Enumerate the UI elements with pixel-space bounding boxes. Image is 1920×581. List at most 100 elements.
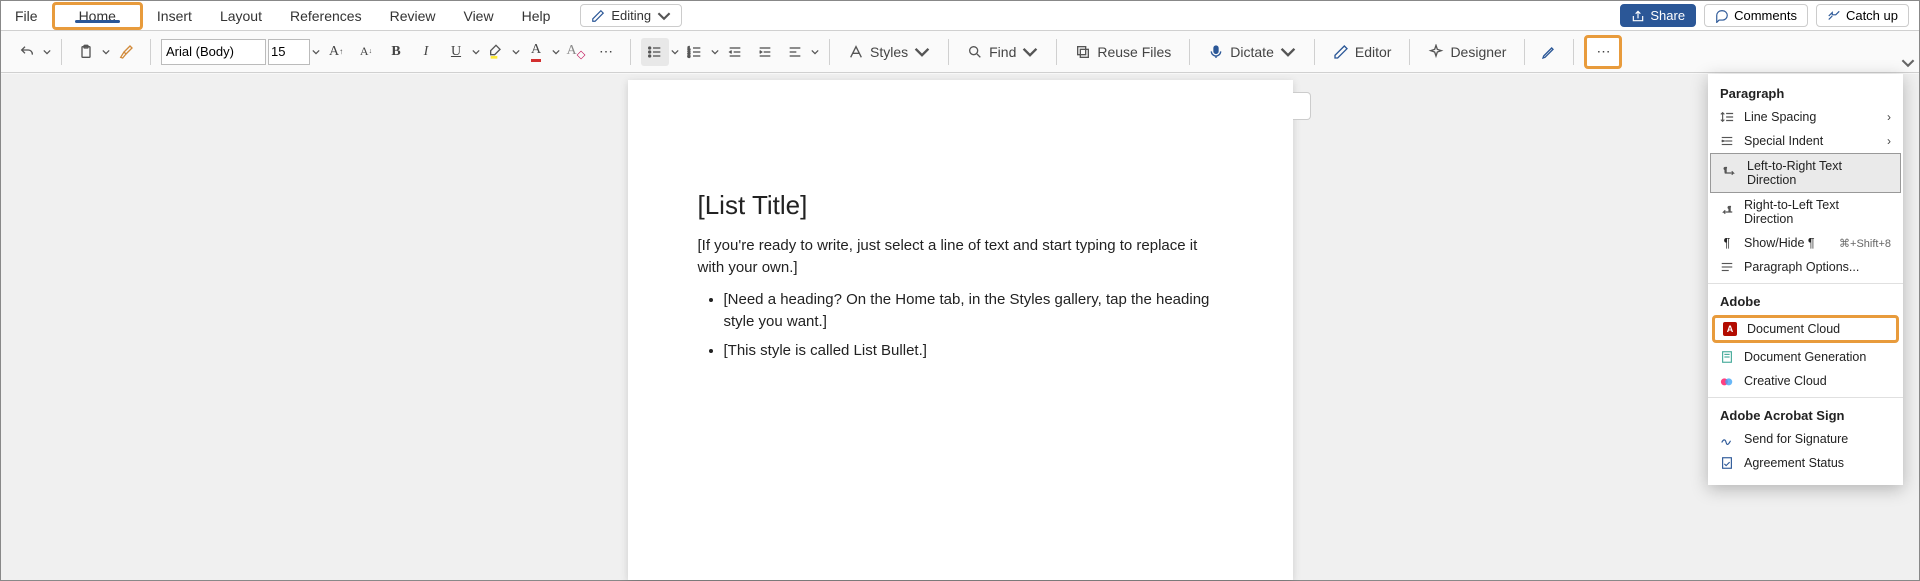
- share-button[interactable]: Share: [1620, 4, 1696, 27]
- tab-references[interactable]: References: [276, 1, 376, 30]
- menu-show-hide[interactable]: ¶ Show/Hide ¶ ⌘+Shift+8: [1708, 231, 1903, 255]
- rtl-icon: ¶: [1720, 205, 1734, 219]
- catchup-label: Catch up: [1846, 8, 1898, 23]
- menu-document-cloud[interactable]: A Document Cloud: [1715, 318, 1896, 340]
- tabs: File Home Insert Layout References Revie…: [1, 1, 564, 30]
- highlighter-icon: [488, 44, 504, 60]
- menu-label: Document Generation: [1744, 350, 1866, 364]
- menu-label: Right-to-Left Text Direction: [1744, 198, 1891, 226]
- bold-button[interactable]: B: [382, 38, 410, 66]
- more-commands-button[interactable]: ⋯: [1589, 40, 1617, 64]
- share-icon: [1631, 9, 1645, 23]
- menu-ltr-direction[interactable]: ¶ Left-to-Right Text Direction: [1710, 153, 1901, 193]
- pencil-icon: [591, 9, 605, 23]
- pen-icon: [1541, 44, 1557, 60]
- ribbon-collapse-icon[interactable]: [1901, 56, 1915, 70]
- chevron-down-icon[interactable]: [102, 48, 110, 56]
- chevron-down-icon[interactable]: [472, 48, 480, 56]
- editing-mode-button[interactable]: Editing: [580, 4, 682, 27]
- menu-label: Line Spacing: [1744, 110, 1816, 124]
- designer-label: Designer: [1450, 44, 1506, 60]
- highlight-document-cloud: A Document Cloud: [1712, 315, 1899, 343]
- menu-agreement-status[interactable]: Agreement Status: [1708, 451, 1903, 475]
- menu-creative-cloud[interactable]: Creative Cloud: [1708, 369, 1903, 393]
- divider: [1708, 397, 1903, 398]
- paintbrush-icon: [118, 44, 134, 60]
- menu-special-indent[interactable]: Special Indent ›: [1708, 129, 1903, 153]
- document-page[interactable]: [List Title] [If you're ready to write, …: [628, 80, 1293, 580]
- list-item[interactable]: [This style is called List Bullet.]: [724, 340, 1223, 363]
- svg-text:¶: ¶: [1728, 206, 1731, 212]
- ink-button[interactable]: [1535, 38, 1563, 66]
- chevron-down-icon[interactable]: [512, 48, 520, 56]
- chevron-down-icon: [914, 44, 930, 60]
- underline-button[interactable]: U: [442, 38, 470, 66]
- tab-view[interactable]: View: [449, 1, 507, 30]
- share-label: Share: [1650, 8, 1685, 23]
- increase-indent-button[interactable]: [751, 38, 779, 66]
- tab-file[interactable]: File: [1, 1, 52, 30]
- tab-home[interactable]: Home: [65, 8, 130, 24]
- catchup-button[interactable]: Catch up: [1816, 4, 1909, 27]
- more-font-button[interactable]: ⋯: [592, 38, 620, 66]
- numbering-button[interactable]: 123: [681, 38, 709, 66]
- chevron-down-icon[interactable]: [711, 48, 719, 56]
- menu-send-signature[interactable]: Send for Signature: [1708, 427, 1903, 451]
- paste-button[interactable]: [72, 38, 100, 66]
- find-label: Find: [989, 44, 1016, 60]
- menu-document-generation[interactable]: Document Generation: [1708, 345, 1903, 369]
- chevron-down-icon[interactable]: [43, 48, 51, 56]
- align-button[interactable]: [781, 38, 809, 66]
- signature-icon: [1720, 432, 1734, 446]
- menu-label: Left-to-Right Text Direction: [1747, 159, 1888, 187]
- grow-font-button[interactable]: A↑: [322, 38, 350, 66]
- chevron-down-icon: [657, 9, 671, 23]
- chevron-down-icon[interactable]: [312, 48, 320, 56]
- find-button[interactable]: Find: [959, 38, 1046, 66]
- document-bullet-list: [Need a heading? On the Home tab, in the…: [698, 289, 1223, 363]
- designer-button[interactable]: Designer: [1420, 38, 1514, 66]
- italic-button[interactable]: I: [412, 38, 440, 66]
- undo-icon: [19, 44, 35, 60]
- styles-button[interactable]: Styles: [840, 38, 938, 66]
- menu-rtl-direction[interactable]: ¶ Right-to-Left Text Direction: [1708, 193, 1903, 231]
- font-name-select[interactable]: [161, 39, 266, 65]
- menu-line-spacing[interactable]: Line Spacing ›: [1708, 105, 1903, 129]
- page-side-tab[interactable]: [1293, 92, 1311, 120]
- chevron-down-icon[interactable]: [552, 48, 560, 56]
- indent-icon: [757, 44, 773, 60]
- undo-button[interactable]: [13, 38, 41, 66]
- tab-help[interactable]: Help: [508, 1, 565, 30]
- clear-formatting-button[interactable]: A◇: [562, 38, 590, 66]
- dictate-button[interactable]: Dictate: [1200, 38, 1304, 66]
- menu-label: Show/Hide ¶: [1744, 236, 1815, 250]
- decrease-indent-button[interactable]: [721, 38, 749, 66]
- menu-label: Creative Cloud: [1744, 374, 1827, 388]
- chevron-down-icon[interactable]: [811, 48, 819, 56]
- reuse-files-button[interactable]: Reuse Files: [1067, 38, 1179, 66]
- microphone-icon: [1208, 44, 1224, 60]
- tab-layout[interactable]: Layout: [206, 1, 276, 30]
- menu-label: Agreement Status: [1744, 456, 1844, 470]
- catchup-icon: [1827, 9, 1841, 23]
- menu-paragraph-options[interactable]: Paragraph Options...: [1708, 255, 1903, 279]
- more-commands-dropdown: Paragraph Line Spacing › Special Indent …: [1708, 74, 1903, 485]
- list-item[interactable]: [Need a heading? On the Home tab, in the…: [724, 289, 1223, 334]
- tab-review[interactable]: Review: [376, 1, 450, 30]
- align-icon: [787, 44, 803, 60]
- tab-insert[interactable]: Insert: [143, 1, 206, 30]
- shrink-font-button[interactable]: A↓: [352, 38, 380, 66]
- document-title[interactable]: [List Title]: [698, 190, 1223, 221]
- chevron-down-icon[interactable]: [671, 48, 679, 56]
- bullets-button[interactable]: [641, 38, 669, 66]
- document-intro[interactable]: [If you're ready to write, just select a…: [698, 235, 1223, 279]
- comments-button[interactable]: Comments: [1704, 4, 1808, 27]
- pilcrow-icon: ¶: [1720, 236, 1734, 250]
- format-painter-button[interactable]: [112, 38, 140, 66]
- highlight-button[interactable]: [482, 38, 510, 66]
- font-color-button[interactable]: A: [522, 38, 550, 66]
- chevron-down-icon: [1280, 44, 1296, 60]
- editor-button[interactable]: Editor: [1325, 38, 1400, 66]
- dropdown-section-acrobat-sign: Adobe Acrobat Sign: [1708, 402, 1903, 427]
- font-size-select[interactable]: [268, 39, 310, 65]
